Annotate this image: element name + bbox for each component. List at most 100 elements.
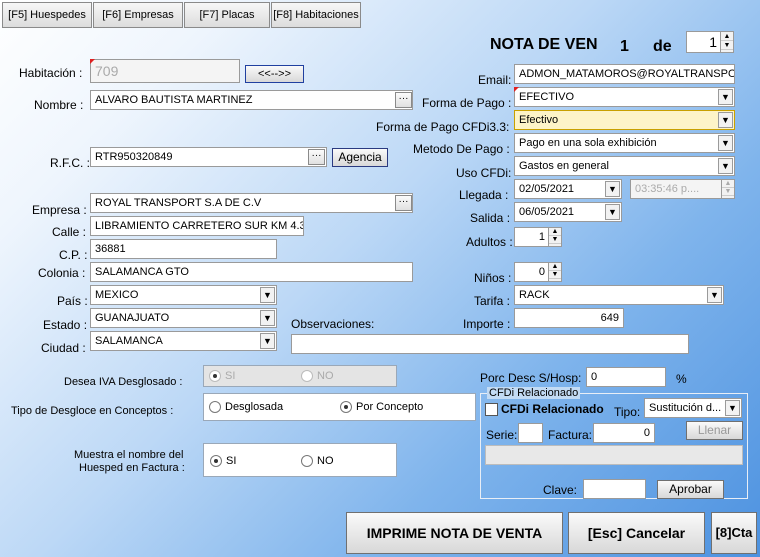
tab-habitaciones[interactable]: [F8] Habitaciones bbox=[271, 2, 361, 28]
empresa-lookup-icon[interactable]: ··· bbox=[395, 195, 412, 211]
chevron-down-icon[interactable]: ▼ bbox=[725, 400, 740, 416]
iva-no-radio[interactable]: NO bbox=[301, 370, 334, 383]
observaciones-field[interactable] bbox=[291, 334, 689, 354]
page-title: NOTA DE VEN bbox=[490, 36, 598, 53]
imprime-nota-button[interactable]: IMPRIME NOTA DE VENTA bbox=[346, 512, 563, 554]
llegada-label: Llegada : bbox=[459, 188, 509, 202]
salida-label: Salida : bbox=[470, 211, 511, 225]
ciudad-value: SALAMANCA bbox=[95, 335, 163, 347]
iva-si-radio[interactable]: SI bbox=[209, 370, 236, 383]
forma-pago-dropdown[interactable]: EFECTIVO ▼ bbox=[514, 87, 735, 107]
importe-field[interactable]: 649 bbox=[514, 308, 624, 328]
desglosada-label: Desglosada bbox=[225, 401, 284, 413]
tab-huespedes[interactable]: [F5] Huespedes bbox=[2, 2, 92, 28]
adultos-stepper[interactable]: 1 ▲ ▼ bbox=[514, 227, 562, 247]
ninos-stepper[interactable]: 0 ▲ ▼ bbox=[514, 262, 562, 282]
nombre-label: Nombre : bbox=[34, 98, 84, 112]
tab-placas[interactable]: [F7] Placas bbox=[184, 2, 270, 28]
of-label: de bbox=[653, 38, 672, 55]
note-total-stepper[interactable]: 1 ▲ ▼ bbox=[686, 31, 734, 53]
forma-pago-value: EFECTIVO bbox=[519, 91, 575, 103]
muestra-si-radio[interactable]: SI bbox=[210, 455, 236, 468]
iva-si-label: SI bbox=[225, 370, 236, 382]
clave-field[interactable] bbox=[583, 479, 646, 499]
muestra-label-1: Muestra el nombre del bbox=[74, 449, 184, 461]
iva-radio-group: SI NO bbox=[203, 365, 397, 387]
empresa-field[interactable]: ROYAL TRANSPORT S.A DE C.V bbox=[90, 193, 413, 213]
rfc-lookup-icon[interactable]: ··· bbox=[308, 149, 325, 165]
tarifa-label: Tarifa : bbox=[474, 294, 511, 308]
cp-field[interactable]: 36881 bbox=[90, 239, 277, 259]
forma-pago-cfdi-dropdown[interactable]: Efectivo ▼ bbox=[514, 110, 735, 130]
tarifa-dropdown[interactable]: RACK ▼ bbox=[514, 285, 724, 305]
chevron-down-icon[interactable]: ▼ bbox=[260, 333, 275, 349]
tipo-dropdown[interactable]: Sustitución d... ▼ bbox=[644, 398, 742, 418]
observaciones-label: Observaciones: bbox=[291, 317, 375, 331]
habitacion-field[interactable]: 709 bbox=[90, 59, 240, 83]
agencia-button[interactable]: Agencia bbox=[332, 148, 388, 167]
calle-field[interactable]: LIBRAMIENTO CARRETERO SUR KM 4.3 bbox=[90, 216, 304, 236]
stepper-arrows-icon[interactable]: ▲ ▼ bbox=[548, 263, 561, 281]
metodo-pago-value: Pago en una sola exhibición bbox=[519, 137, 657, 149]
pais-dropdown[interactable]: MEXICO ▼ bbox=[90, 285, 277, 305]
salida-date-picker[interactable]: 06/05/2021 ▼ bbox=[514, 202, 622, 222]
factura-field[interactable]: 0 bbox=[593, 423, 655, 443]
chevron-down-icon[interactable]: ▼ bbox=[260, 310, 275, 326]
tab-empresas[interactable]: [F6] Empresas bbox=[93, 2, 183, 28]
importe-label: Importe : bbox=[463, 317, 511, 331]
email-label: Email: bbox=[478, 73, 512, 87]
estado-dropdown[interactable]: GUANAJUATO ▼ bbox=[90, 308, 277, 328]
chevron-down-icon[interactable]: ▼ bbox=[718, 158, 733, 174]
ninos-label: Niños : bbox=[474, 271, 512, 285]
pais-label: País : bbox=[57, 294, 88, 308]
salida-value: 06/05/2021 bbox=[519, 206, 575, 218]
cfdi-uuid-field[interactable] bbox=[485, 445, 743, 465]
swap-button[interactable]: <<-->> bbox=[245, 65, 304, 83]
chevron-down-icon[interactable]: ▼ bbox=[718, 112, 733, 128]
checkbox-icon[interactable] bbox=[485, 403, 498, 417]
factura-label: Factura: bbox=[548, 428, 593, 442]
uso-cfdi-label: Uso CFDi: bbox=[456, 166, 512, 180]
chevron-down-icon[interactable]: ▼ bbox=[260, 287, 275, 303]
email-field[interactable]: ADMON_MATAMOROS@ROYALTRANSPORTS bbox=[514, 64, 735, 84]
muestra-no-label: NO bbox=[317, 455, 334, 467]
metodo-pago-dropdown[interactable]: Pago en una sola exhibición ▼ bbox=[514, 133, 735, 153]
desgloce-label: Tipo de Desgloce en Conceptos : bbox=[11, 405, 174, 417]
stepper-arrows-icon[interactable]: ▲ ▼ bbox=[720, 32, 733, 52]
ciudad-dropdown[interactable]: SALAMANCA ▼ bbox=[90, 331, 277, 351]
nombre-lookup-icon[interactable]: ··· bbox=[395, 92, 412, 108]
porc-desc-field[interactable]: 0 bbox=[586, 367, 666, 387]
time-stepper-icon[interactable]: ▲ ▼ bbox=[721, 180, 734, 198]
cta-button[interactable]: [8]Cta bbox=[711, 512, 757, 554]
nombre-field[interactable]: ALVARO BAUTISTA MARTINEZ bbox=[90, 90, 413, 110]
cfdi-relacionado-group: CFDi Relacionado CFDi Relacionado Tipo: … bbox=[480, 387, 748, 499]
ninos-value: 0 bbox=[538, 266, 545, 278]
tarifa-value: RACK bbox=[519, 289, 550, 301]
llegada-date-picker[interactable]: 02/05/2021 ▼ bbox=[514, 179, 622, 199]
chevron-down-icon[interactable]: ▼ bbox=[718, 135, 733, 151]
calendar-dropdown-icon[interactable]: ▼ bbox=[605, 204, 620, 220]
llegada-value: 02/05/2021 bbox=[519, 183, 575, 195]
iva-no-label: NO bbox=[317, 370, 334, 382]
llenar-button[interactable]: Llenar bbox=[686, 421, 743, 440]
colonia-field[interactable]: SALAMANCA GTO bbox=[90, 262, 413, 282]
llegada-time-field[interactable]: 03:35:46 p.... ▲ ▼ bbox=[630, 179, 735, 199]
calendar-dropdown-icon[interactable]: ▼ bbox=[605, 181, 620, 197]
iva-label: Desea IVA Desglosado : bbox=[64, 376, 183, 388]
serie-field[interactable] bbox=[518, 423, 543, 443]
chevron-down-icon[interactable]: ▼ bbox=[718, 89, 733, 105]
uso-cfdi-dropdown[interactable]: Gastos en general ▼ bbox=[514, 156, 735, 176]
cfdi-relacionado-checkbox[interactable]: CFDi Relacionado bbox=[485, 402, 604, 417]
chevron-down-icon[interactable]: ▼ bbox=[707, 287, 722, 303]
forma-pago-label: Forma de Pago : bbox=[422, 96, 512, 110]
desglosada-radio[interactable]: Desglosada bbox=[209, 401, 284, 414]
porc-desc-label: Porc Desc S/Hosp: bbox=[480, 371, 582, 385]
cancelar-button[interactable]: [Esc] Cancelar bbox=[568, 512, 705, 554]
por-concepto-radio[interactable]: Por Concepto bbox=[340, 401, 423, 414]
forma-pago-cfdi-value: Efectivo bbox=[519, 114, 559, 126]
muestra-no-radio[interactable]: NO bbox=[301, 455, 334, 468]
llegada-time-value: 03:35:46 p.... bbox=[635, 183, 700, 195]
rfc-field[interactable]: RTR950320849 bbox=[90, 147, 327, 167]
stepper-arrows-icon[interactable]: ▲ ▼ bbox=[548, 228, 561, 246]
aprobar-button[interactable]: Aprobar bbox=[657, 480, 724, 499]
